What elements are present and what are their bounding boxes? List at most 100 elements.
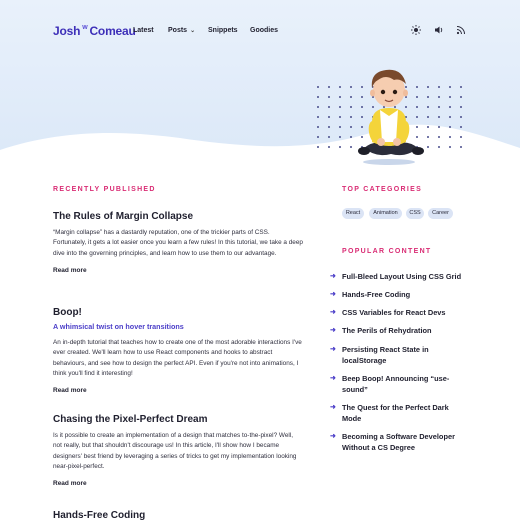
logo-last: Comeau — [89, 24, 136, 38]
top-nav: Josh w Comeau Latest Posts ⌄ Snippets Goodi… — [0, 24, 520, 40]
popular-item-label: Becoming a Software Developer Without a … — [342, 432, 455, 452]
pattern-dot — [460, 146, 462, 148]
post-title[interactable]: Hands-Free Coding — [53, 510, 303, 520]
post-title[interactable]: The Rules of Margin Collapse — [53, 211, 303, 222]
arrow-right-icon: ➜ — [330, 433, 336, 440]
pattern-dot — [339, 116, 341, 118]
arrow-right-icon: ➜ — [330, 309, 336, 316]
popular-item-label: Beep Boop! Announcing “use-sound” — [342, 374, 450, 394]
chevron-down-icon: ⌄ — [190, 28, 196, 34]
popular-item[interactable]: ➜ Full-Bleed Layout Using CSS Grid — [330, 272, 470, 283]
pattern-dot — [339, 96, 341, 98]
pattern-dot — [460, 116, 462, 118]
pattern-dot — [350, 136, 352, 138]
site-logo[interactable]: Josh w Comeau — [53, 24, 136, 38]
pattern-dot — [328, 116, 330, 118]
pattern-dot — [317, 86, 319, 88]
post-title[interactable]: Chasing the Pixel-Perfect Dream — [53, 414, 303, 425]
arrow-right-icon: ➜ — [330, 273, 336, 280]
pattern-dot — [438, 116, 440, 118]
pattern-dot — [438, 146, 440, 148]
pattern-dot — [438, 136, 440, 138]
read-more-link[interactable]: Read more — [53, 387, 87, 394]
pattern-dot — [350, 146, 352, 148]
popular-item[interactable]: ➜ The Quest for the Perfect Dark Mode — [330, 403, 470, 424]
pattern-dot — [427, 146, 429, 148]
pattern-dot — [317, 126, 319, 128]
post-card: Chasing the Pixel-Perfect Dream Is it po… — [53, 414, 303, 490]
popular-item-label: CSS Variables for React Devs — [342, 308, 446, 317]
popular-item-label: The Quest for the Perfect Dark Mode — [342, 403, 449, 423]
pattern-dot — [339, 126, 341, 128]
popular-item[interactable]: ➜ Persisting React State in localStorage — [330, 345, 470, 366]
nav-link-posts[interactable]: Posts ⌄ — [168, 27, 195, 34]
pattern-dot — [328, 86, 330, 88]
pattern-dot — [328, 126, 330, 128]
pattern-dot — [449, 146, 451, 148]
sun-icon[interactable] — [410, 25, 422, 37]
nav-link-latest[interactable]: Latest — [133, 27, 154, 34]
pattern-dot — [350, 126, 352, 128]
pattern-dot — [449, 116, 451, 118]
arrow-right-icon: ➜ — [330, 404, 336, 411]
read-more-link[interactable]: Read more — [53, 480, 87, 487]
popular-item[interactable]: ➜ Becoming a Software Developer Without a… — [330, 432, 470, 453]
pattern-dot — [328, 136, 330, 138]
pattern-dot — [350, 86, 352, 88]
read-more-link[interactable]: Read more — [53, 267, 87, 274]
pattern-dot — [339, 106, 341, 108]
pattern-dot — [339, 86, 341, 88]
hero-banner: Josh w Comeau Latest Posts ⌄ Snippets Goodi… — [0, 0, 520, 165]
post-excerpt: “Margin collapse” has a dastardly reputa… — [53, 229, 303, 257]
arrow-right-icon: ➜ — [330, 346, 336, 353]
pattern-dot — [350, 116, 352, 118]
popular-item-label: The Perils of Rehydration — [342, 326, 432, 335]
popular-item[interactable]: ➜ CSS Variables for React Devs — [330, 308, 470, 319]
pattern-dot — [339, 146, 341, 148]
pattern-dot — [438, 86, 440, 88]
pattern-dot — [328, 146, 330, 148]
post-card: Hands-Free Coding — [53, 510, 303, 520]
sound-icon[interactable] — [433, 25, 445, 37]
pattern-dot — [460, 86, 462, 88]
pattern-dot — [427, 96, 429, 98]
post-excerpt: Is it possible to create an implementati… — [53, 432, 297, 470]
nav-link-snippets[interactable]: Snippets — [208, 27, 238, 34]
rss-icon[interactable] — [455, 25, 467, 37]
popular-item[interactable]: ➜ Hands-Free Coding — [330, 290, 470, 301]
popular-item[interactable]: ➜ The Perils of Rehydration — [330, 326, 470, 337]
pattern-dot — [449, 96, 451, 98]
arrow-right-icon: ➜ — [330, 327, 336, 334]
pattern-dot — [350, 106, 352, 108]
logo-first: Josh — [53, 24, 81, 38]
pattern-dot — [350, 96, 352, 98]
pattern-dot — [317, 146, 319, 148]
pattern-dot — [427, 86, 429, 88]
popular-item[interactable]: ➜ Beep Boop! Announcing “use-sound” — [330, 374, 470, 395]
pattern-dot — [317, 116, 319, 118]
category-tag[interactable]: Animation — [369, 208, 402, 219]
pattern-dot — [317, 136, 319, 138]
popular-item-label: Persisting React State in localStorage — [342, 345, 429, 365]
popular-item-label: Hands-Free Coding — [342, 290, 411, 299]
post-excerpt: An in-depth tutorial that teaches how to… — [53, 339, 302, 377]
post-card: Boop! A whimsical twist on hover transit… — [53, 307, 303, 397]
pattern-dot — [438, 106, 440, 108]
pattern-dot — [460, 96, 462, 98]
pattern-dot — [460, 136, 462, 138]
pattern-dot — [427, 106, 429, 108]
post-title[interactable]: Boop! — [53, 307, 303, 318]
nav-link-goodies[interactable]: Goodies — [250, 27, 278, 34]
pattern-dot — [328, 96, 330, 98]
nav-link-posts-label: Posts — [168, 27, 188, 34]
category-tag[interactable]: React — [342, 208, 364, 219]
popular-item-label: Full-Bleed Layout Using CSS Grid — [342, 272, 462, 281]
categories-heading: TOP CATEGORIES — [342, 186, 423, 193]
pattern-dot — [328, 106, 330, 108]
pattern-dot — [427, 136, 429, 138]
pattern-dot — [427, 116, 429, 118]
category-tag[interactable]: Career — [428, 208, 453, 219]
pattern-dot — [317, 96, 319, 98]
logo-separator: w — [82, 24, 88, 31]
category-tag[interactable]: CSS — [406, 208, 424, 219]
